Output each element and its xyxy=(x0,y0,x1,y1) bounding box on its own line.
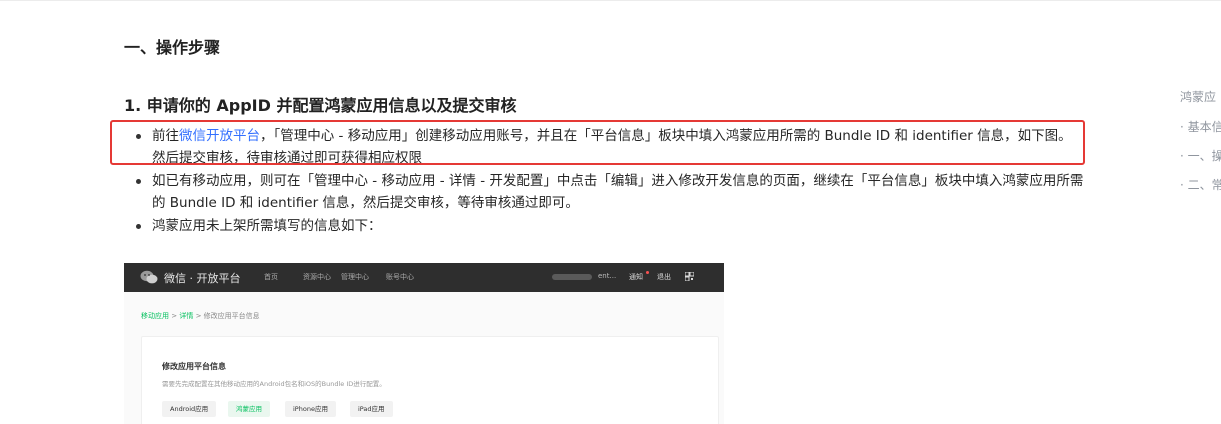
wechat-brand: 微信 · 开放平台 xyxy=(164,272,241,285)
tab-ipad: iPad应用 xyxy=(350,401,393,417)
wechat-platform-screenshot: 微信 · 开放平台 首页 资源中心 管理中心 账号中心 ent... 通知 退出… xyxy=(124,263,724,424)
breadcrumb-details: 详情 xyxy=(179,312,194,320)
wechat-menu-manage: 管理中心 xyxy=(341,273,369,281)
step-title: 1. 申请你的 AppID 并配置鸿蒙应用信息以及提交审核 xyxy=(124,96,517,115)
wechat-exit: 退出 xyxy=(657,273,671,281)
list-item: 鸿蒙应用未上架所需填写的信息如下： xyxy=(124,215,1084,237)
toc-item[interactable]: · 一、操 xyxy=(1180,147,1221,164)
card-description: 需要先完成配置在其他移动应用的Android包名和iOS的Bundle ID进行… xyxy=(162,380,386,388)
wechat-logo-icon xyxy=(140,270,158,284)
breadcrumb-sep: > xyxy=(195,312,204,320)
masked-username xyxy=(552,274,592,280)
toc-item[interactable]: 鸿蒙应 xyxy=(1180,88,1216,105)
notice-dot-icon xyxy=(646,271,649,274)
toc-item[interactable]: · 基本信 xyxy=(1180,118,1221,135)
section-title: 一、操作步骤 xyxy=(124,38,221,57)
list-item: 如已有移动应用，则可在「管理中心 - 移动应用 - 详情 - 开发配置」中点击「… xyxy=(124,170,1084,214)
toc-item[interactable]: · 二、常 xyxy=(1180,176,1221,193)
item-text: 鸿蒙应用未上架所需填写的信息如下： xyxy=(152,218,382,234)
wechat-menu-account: 账号中心 xyxy=(386,273,414,281)
platform-info-card: 修改应用平台信息 需要先完成配置在其他移动应用的Android包名和iOS的Bu… xyxy=(141,336,719,424)
username-suffix: ent... xyxy=(598,272,617,280)
bullet-icon xyxy=(136,224,141,229)
breadcrumb-mobile-apps: 移动应用 xyxy=(141,312,169,320)
tab-iphone: iPhone应用 xyxy=(285,401,336,417)
table-of-contents: 鸿蒙应 · 基本信 · 一、操 · 二、常 xyxy=(1180,0,1221,424)
qr-code-icon xyxy=(685,272,694,281)
wechat-nav-bar: 微信 · 开放平台 首页 资源中心 管理中心 账号中心 ent... 通知 退出 xyxy=(124,263,724,292)
breadcrumb-current: 修改应用平台信息 xyxy=(203,312,260,320)
bullet-icon xyxy=(136,179,141,184)
wechat-notice: 通知 xyxy=(629,273,643,281)
top-divider xyxy=(0,0,1221,1)
wechat-menu-resources: 资源中心 xyxy=(303,273,331,281)
tab-harmony: 鸿蒙应用 xyxy=(228,401,270,417)
wechat-breadcrumb: 移动应用 > 详情 > 修改应用平台信息 xyxy=(141,311,260,321)
red-highlight-box xyxy=(110,120,1085,165)
card-title: 修改应用平台信息 xyxy=(162,362,226,371)
item-text: 如已有移动应用，则可在「管理中心 - 移动应用 - 详情 - 开发配置」中点击「… xyxy=(152,173,1084,211)
tab-android: Android应用 xyxy=(162,401,217,417)
wechat-menu-home: 首页 xyxy=(264,273,278,281)
